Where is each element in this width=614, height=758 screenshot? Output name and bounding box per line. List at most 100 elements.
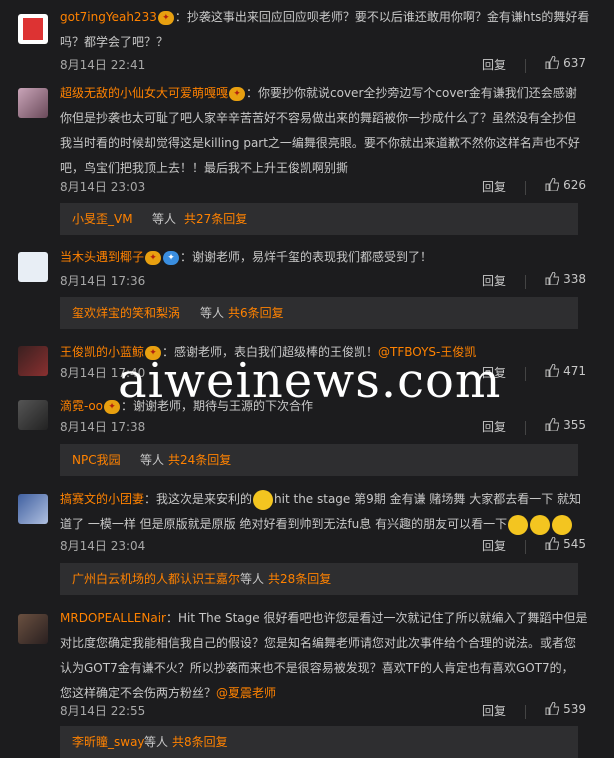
- comment-text: ：谢谢老师，期待与王源的下次合作: [121, 399, 314, 413]
- smile-emoji-icon: [253, 489, 274, 510]
- username[interactable]: MRDOPEALLENair: [60, 611, 166, 625]
- reply-button[interactable]: 回复: [482, 272, 506, 289]
- balloon-icon: ✦: [163, 250, 180, 265]
- comment-text: 认为GOT7金有谦不火？所以抄袭而来也不是很容易被发现？喜欢TF的人肯定也有喜欢…: [60, 661, 574, 675]
- username[interactable]: 搞赛文的小团妻: [60, 492, 144, 506]
- reply-etc: 等人: [152, 212, 177, 226]
- timestamp: 8月14日 22:55: [60, 704, 146, 718]
- comment-text: ：谢谢老师，易烊千玺的表现我们都感受到了！: [180, 250, 433, 264]
- thumb-up-icon: [545, 364, 560, 377]
- like-count: 637: [563, 56, 586, 70]
- sub-replies[interactable]: 小旻歪_VM 等人 共27条回复: [60, 203, 578, 235]
- comment-text: ：抄袭这事出来回应回应呗老师？要不以后谁还敢用你啊？金有谦hts的舞好看: [174, 10, 590, 24]
- comment-text: 您这样确定不会伤两方粉丝？: [60, 686, 217, 700]
- comment-text: 吧，鸟宝们把我顶上去！！最后我不上升王俊凯啊别撕: [60, 161, 349, 175]
- reply-count[interactable]: 共28条回复: [268, 563, 331, 595]
- vip-badge-icon: ✦: [145, 250, 162, 265]
- vip-badge-icon: ✦: [145, 345, 162, 360]
- username[interactable]: 当木头遇到椰子: [60, 250, 144, 264]
- reply-names[interactable]: 小旻歪_VM: [72, 203, 133, 235]
- comment-text: hit the stage 第9期 金有谦 赌场舞 大家都去看一下 就知: [274, 492, 582, 506]
- smile-emoji-icon: [552, 514, 573, 535]
- reply-count[interactable]: 共6条回复: [228, 297, 284, 329]
- reply-button[interactable]: 回复: [482, 418, 506, 435]
- timestamp: 8月14日 17:36: [60, 274, 146, 288]
- reply-count[interactable]: 共27条回复: [184, 203, 247, 235]
- divider: [525, 367, 526, 381]
- like-button[interactable]: 539: [545, 702, 586, 716]
- reply-count[interactable]: 共24条回复: [168, 444, 231, 476]
- sub-replies[interactable]: 玺欢烊宝的笑和梨涡 等人 共6条回复: [60, 297, 578, 329]
- smile-emoji-icon: [508, 514, 529, 535]
- sub-replies[interactable]: 广州白云机场的人都认识王嘉尔 等人 共28条回复: [60, 563, 578, 595]
- username[interactable]: got7ingYeah233: [60, 10, 157, 24]
- like-button[interactable]: 355: [545, 418, 586, 432]
- timestamp: 8月14日 23:03: [60, 180, 146, 194]
- like-count: 539: [563, 702, 586, 716]
- timestamp: 8月14日 17:40: [60, 366, 146, 380]
- username[interactable]: 超级无敌的小仙女大可爱萌嘎嘎: [60, 86, 228, 100]
- vip-badge-icon: ✦: [229, 86, 246, 101]
- timestamp: 8月14日 23:04: [60, 539, 146, 553]
- timestamp: 8月14日 17:38: [60, 420, 146, 434]
- comment-text: ：感谢老师，表白我们超级棒的王俊凯！: [162, 345, 379, 359]
- like-count: 338: [563, 272, 586, 286]
- thumb-up-icon: [545, 272, 560, 285]
- vip-badge-icon: ✦: [104, 399, 121, 414]
- avatar[interactable]: [18, 614, 48, 644]
- username[interactable]: 滴霓-oo: [60, 399, 103, 413]
- comment-text: 道了 一模一样 但是原版就是原版 绝对好看到帅到无法fu息 有兴趣的朋友可以看一…: [60, 517, 508, 531]
- reply-button[interactable]: 回复: [482, 178, 506, 195]
- divider: [525, 540, 526, 554]
- reply-names[interactable]: 广州白云机场的人都认识王嘉尔: [72, 563, 240, 595]
- reply-count[interactable]: 共8条回复: [172, 726, 228, 758]
- smile-emoji-icon: [530, 514, 551, 535]
- like-button[interactable]: 471: [545, 364, 586, 378]
- like-button[interactable]: 626: [545, 178, 586, 192]
- avatar[interactable]: [18, 346, 48, 376]
- comment-text: ：你要抄你就说cover全抄旁边写个cover金有谦我们还会感谢: [246, 86, 577, 100]
- avatar[interactable]: [18, 14, 48, 44]
- comment-text: 吗？都学会了吧？？: [60, 35, 169, 49]
- like-button[interactable]: 545: [545, 537, 586, 551]
- reply-names[interactable]: 玺欢烊宝的笑和梨涡: [72, 297, 180, 329]
- mention-link[interactable]: @夏震老师: [216, 686, 276, 700]
- reply-button[interactable]: 回复: [482, 364, 506, 381]
- like-button[interactable]: 637: [545, 56, 586, 70]
- like-count: 355: [563, 418, 586, 432]
- like-button[interactable]: 338: [545, 272, 586, 286]
- divider: [525, 275, 526, 289]
- comment-text: 我当时看的时候却觉得这是killing part之一编舞很亮眼。要不你就出来道歉…: [60, 136, 580, 150]
- reply-button[interactable]: 回复: [482, 537, 506, 554]
- reply-button[interactable]: 回复: [482, 56, 506, 73]
- reply-etc: 等人: [200, 306, 225, 320]
- reply-etc: 等人: [144, 735, 169, 749]
- reply-etc: 等人: [240, 572, 265, 586]
- avatar[interactable]: [18, 88, 48, 118]
- thumb-up-icon: [545, 702, 560, 715]
- like-count: 626: [563, 178, 586, 192]
- thumb-up-icon: [545, 537, 560, 550]
- reply-etc: 等人: [140, 453, 165, 467]
- reply-button[interactable]: 回复: [482, 702, 506, 719]
- reply-names[interactable]: NPC我园: [72, 444, 121, 476]
- vip-badge-icon: ✦: [157, 10, 174, 25]
- thumb-up-icon: [545, 178, 560, 191]
- sub-replies[interactable]: NPC我园 等人 共24条回复: [60, 444, 578, 476]
- sub-replies[interactable]: 李昕瞳_sway 等人 共8条回复: [60, 726, 578, 758]
- like-count: 545: [563, 537, 586, 551]
- mention-link[interactable]: @TFBOYS-王俊凯: [378, 345, 476, 359]
- divider: [525, 421, 526, 435]
- comment-text: 对比度您确定我能相信我自己的假设？您是知名编舞老师请您对此次事件给个合理的说法。…: [60, 636, 577, 650]
- comment-text: 你但是抄袭也太可耻了吧人家辛辛苦苦好不容易做出来的舞蹈被你一抄成什么了？虽然没有…: [60, 111, 577, 125]
- avatar[interactable]: [18, 252, 48, 282]
- divider: [525, 59, 526, 73]
- reply-names[interactable]: 李昕瞳_sway: [72, 726, 145, 758]
- like-count: 471: [563, 364, 586, 378]
- avatar[interactable]: [18, 494, 48, 524]
- avatar[interactable]: [18, 400, 48, 430]
- thumb-up-icon: [545, 418, 560, 431]
- username[interactable]: 王俊凯的小蓝鲸: [60, 345, 144, 359]
- comment-text: ：Hit The Stage 很好看吧也许您是看过一次就记住了所以就编入了舞蹈中…: [165, 611, 588, 625]
- thumb-up-icon: [545, 56, 560, 69]
